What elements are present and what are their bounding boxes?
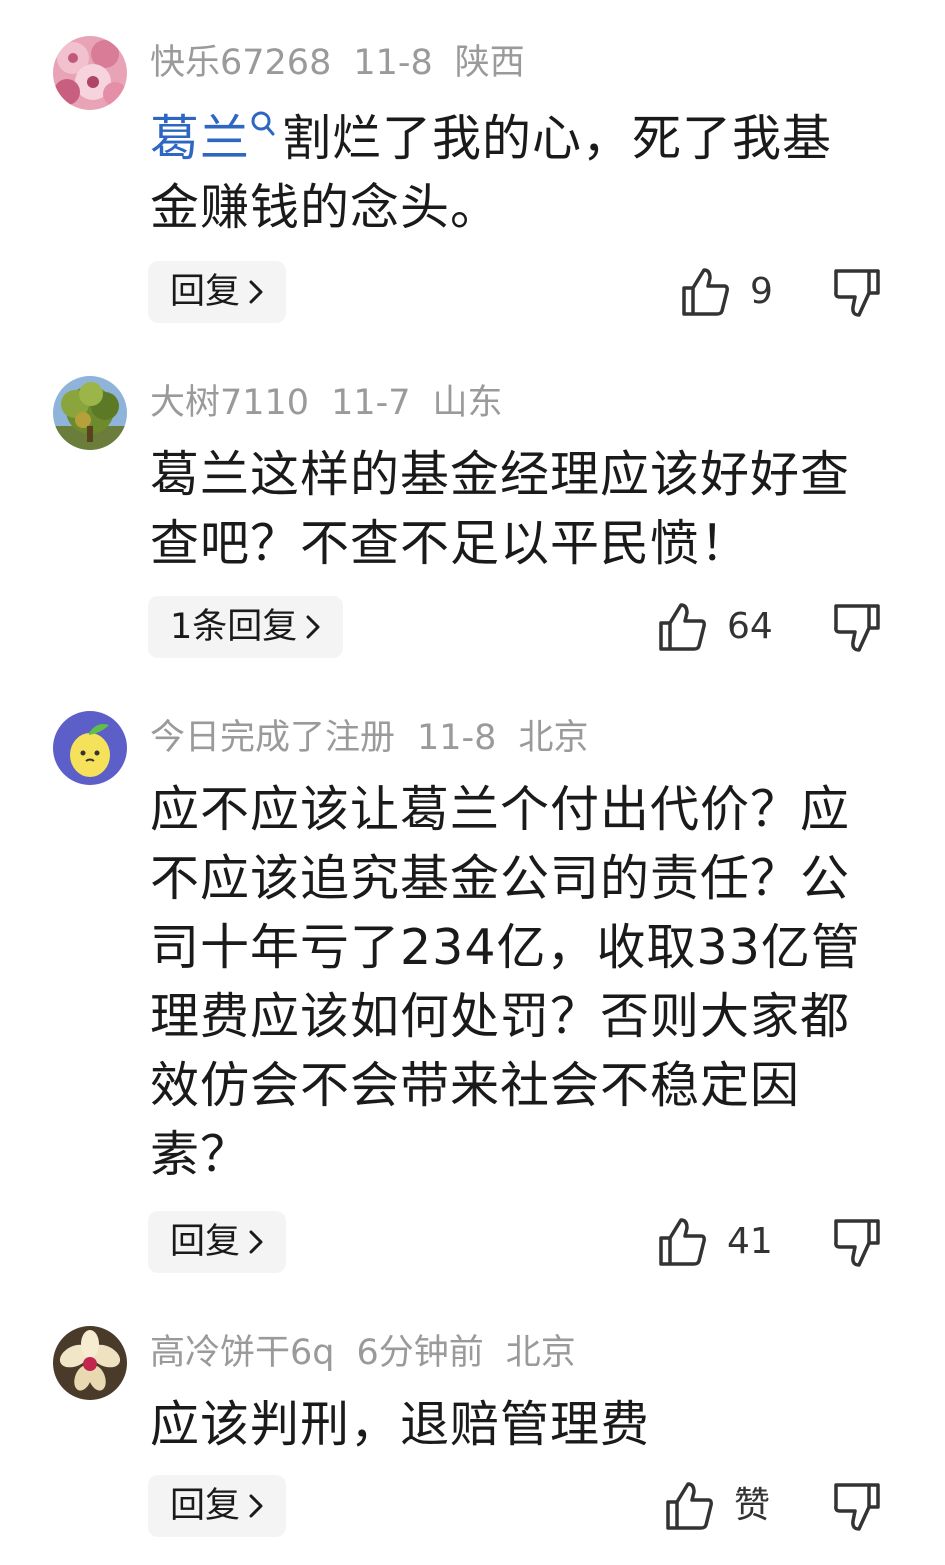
comment-text: 应该判刑，退赔管理费	[150, 1396, 651, 1453]
thumbs-up-icon	[664, 1480, 714, 1532]
mention-link[interactable]: 葛兰	[150, 110, 282, 167]
thumbs-up-icon	[680, 266, 730, 318]
comment-text: 葛兰 割烂了我的心，死了我基金赚钱的念头。	[150, 104, 880, 242]
reply-label: 1条回复	[170, 607, 298, 647]
chevron-right-icon	[305, 614, 321, 640]
chevron-right-icon	[248, 279, 264, 305]
thumbs-down-icon	[834, 604, 880, 652]
reply-label: 回复	[170, 1486, 241, 1526]
dislike-button[interactable]	[832, 1217, 884, 1269]
dislike-button[interactable]	[832, 1481, 884, 1533]
thumbs-up-icon	[657, 1216, 707, 1268]
comment-text: 葛兰这样的基金经理应该好好查查吧？不查不足以平民愤！	[150, 446, 851, 572]
comment-date: 11-7	[331, 383, 411, 423]
comment-location: 陕西	[454, 43, 525, 83]
comment-text: 应不应该让葛兰个付出代价？应不应该追究基金公司的责任？公司十年亏了234亿，收取…	[150, 781, 861, 1183]
avatar[interactable]	[53, 376, 127, 450]
comment-meta: 今日完成了注册 11-8 北京	[150, 713, 610, 763]
username[interactable]: 今日完成了注册	[150, 718, 395, 758]
avatar[interactable]	[53, 711, 127, 785]
comment-item: 快乐67268 11-8 陕西 葛兰 割烂了我的心，死了我基金赚钱的念头。 回复 9	[0, 0, 945, 340]
avatar[interactable]	[53, 1326, 127, 1400]
username[interactable]: 大树7110	[150, 383, 309, 423]
orchid-flower-avatar-icon	[53, 1326, 127, 1400]
comment-date: 11-8	[353, 43, 433, 83]
thumbs-up-icon	[657, 601, 707, 653]
thumbs-down-icon	[834, 1483, 880, 1531]
comment-location: 北京	[518, 718, 589, 758]
like-button[interactable]: 9	[680, 261, 773, 323]
like-button[interactable]: 64	[657, 596, 773, 658]
tree-avatar-icon	[53, 376, 127, 450]
comment-meta: 快乐67268 11-8 陕西	[150, 38, 547, 88]
comment-location: 山东	[432, 383, 503, 423]
thumbs-down-icon	[834, 1219, 880, 1267]
comment-meta: 高冷饼干6q 6分钟前 北京	[150, 1328, 598, 1378]
reply-button[interactable]: 1条回复	[148, 596, 344, 658]
reply-button[interactable]: 回复	[148, 261, 287, 323]
like-label: 赞	[734, 1485, 771, 1526]
reply-button[interactable]: 回复	[148, 1211, 287, 1273]
like-button[interactable]: 赞	[664, 1475, 770, 1537]
username[interactable]: 高冷饼干6q	[150, 1333, 335, 1373]
comment-date: 11-8	[417, 718, 497, 758]
reply-label: 回复	[170, 1222, 241, 1262]
username[interactable]: 快乐67268	[150, 43, 331, 83]
reply-button[interactable]: 回复	[148, 1475, 287, 1537]
comment-item: 高冷饼干6q 6分钟前 北京 应该判刑，退赔管理费 回复 赞	[0, 1290, 945, 1565]
chevron-right-icon	[248, 1493, 264, 1519]
dislike-button[interactable]	[832, 267, 884, 319]
reply-label: 回复	[170, 272, 241, 312]
search-icon	[250, 110, 276, 140]
comment-location: 北京	[505, 1333, 576, 1373]
like-count: 64	[727, 606, 773, 647]
like-count: 41	[727, 1221, 773, 1262]
comment-date: 6分钟前	[356, 1333, 484, 1373]
like-count: 9	[750, 271, 773, 312]
lemon-cartoon-avatar-icon	[53, 711, 127, 785]
like-button[interactable]: 41	[657, 1211, 773, 1273]
comment-item: 大树7110 11-7 山东 葛兰这样的基金经理应该好好查查吧？不查不足以平民愤！ …	[0, 340, 945, 680]
comment-meta: 大树7110 11-7 山东	[150, 378, 525, 428]
thumbs-down-icon	[834, 269, 880, 317]
dislike-button[interactable]	[832, 602, 884, 654]
chevron-right-icon	[248, 1229, 264, 1255]
comment-item: 今日完成了注册 11-8 北京 应不应该让葛兰个付出代价？应不应该追究基金公司的责任…	[0, 675, 945, 1305]
avatar[interactable]	[53, 36, 127, 110]
pink-flowers-avatar-icon	[53, 36, 127, 110]
